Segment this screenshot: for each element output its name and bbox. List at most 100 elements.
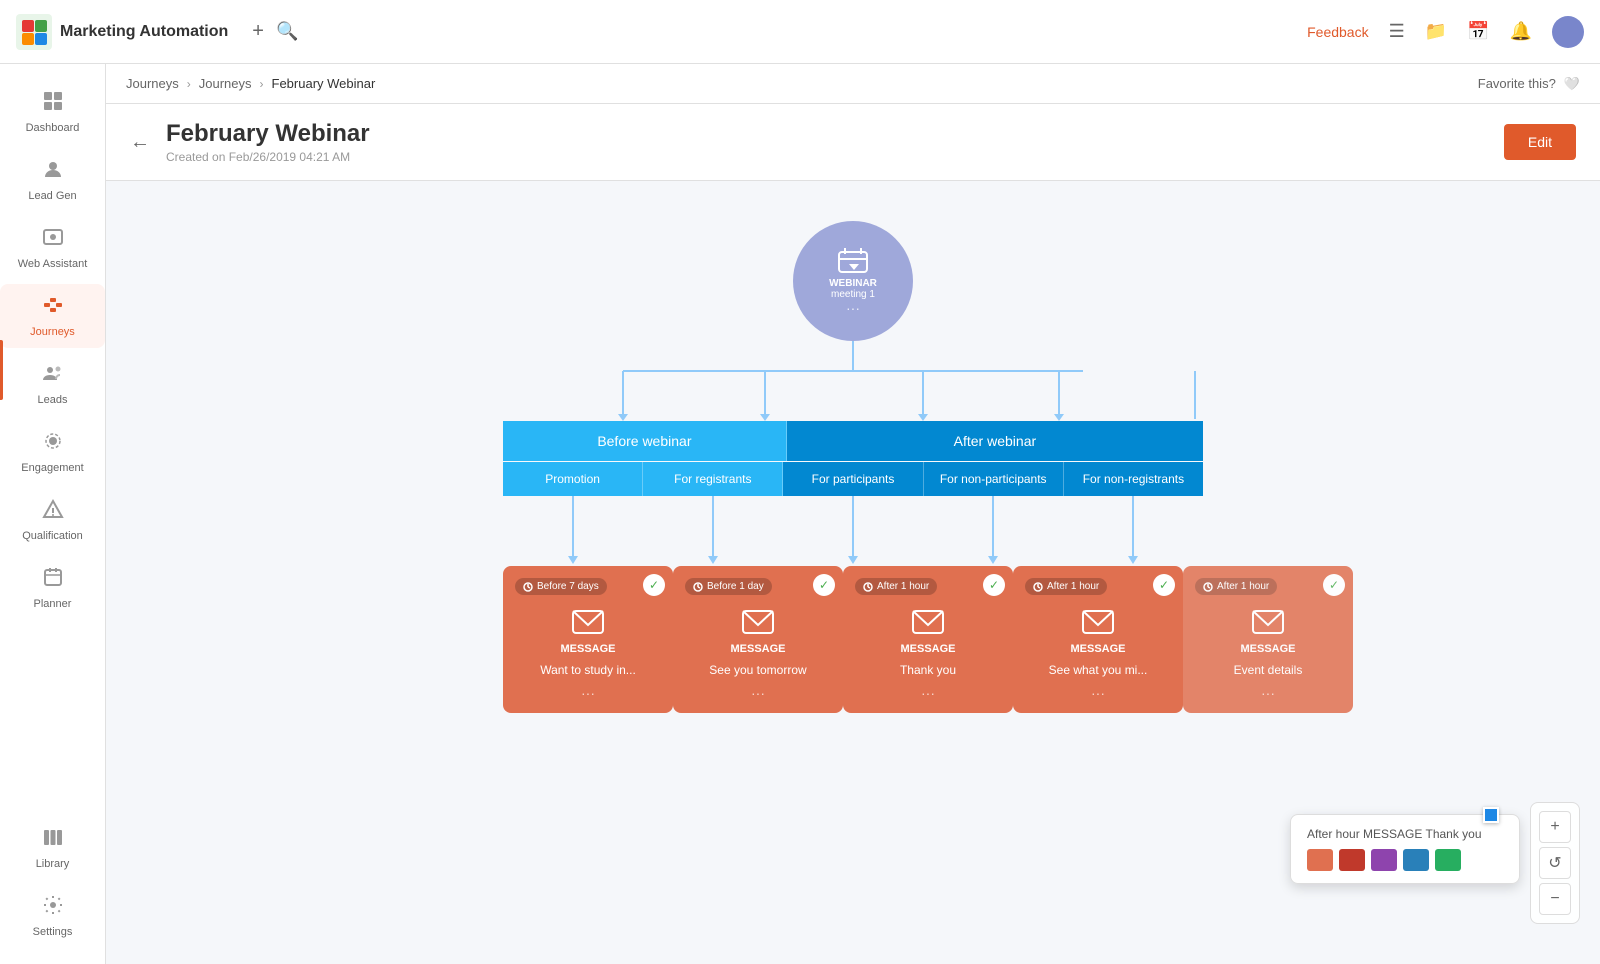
topbar: Marketing Automation + 🔍 Feedback ☰ 📁 📅 … [0, 0, 1600, 64]
list-icon[interactable]: ☰ [1389, 21, 1405, 42]
message-card-1[interactable]: Before 1 day MESSAGE See you tomorrow ··… [673, 566, 843, 713]
category-box: Before webinar After webinar Promotion F… [503, 421, 1203, 496]
card-msg-label-4: MESSAGE [1240, 643, 1295, 655]
card-timing-1: Before 1 day [685, 578, 772, 595]
card-timing-4: After 1 hour [1195, 578, 1277, 595]
card-timing-3: After 1 hour [1025, 578, 1107, 595]
card-body-0: MESSAGE Want to study in... [515, 607, 661, 677]
category-header-row: Before webinar After webinar [503, 421, 1203, 461]
sidebar-label-dashboard: Dashboard [26, 122, 80, 134]
sidebar-label-journeys: Journeys [30, 326, 75, 338]
refresh-button[interactable]: ↺ [1539, 847, 1571, 879]
subcategory-registrants[interactable]: For registrants [643, 462, 783, 496]
card-wrapper-3: After 1 hour MESSAGE See what you mi... … [1013, 566, 1183, 713]
top-connector-svg [503, 341, 1203, 421]
subcategory-participants[interactable]: For participants [783, 462, 923, 496]
card-body-4: MESSAGE Event details [1195, 607, 1341, 677]
topbar-right: Feedback ☰ 📁 📅 🔔 [1307, 16, 1584, 48]
popup-card[interactable]: After hour MESSAGE Thank you [1290, 814, 1520, 884]
card-msg-text-1: See you tomorrow [709, 663, 806, 677]
sidebar-label-settings: Settings [33, 926, 73, 938]
engagement-icon [42, 430, 64, 458]
timing-label-0: Before 7 days [537, 581, 599, 592]
breadcrumb-item-2[interactable]: Journeys [199, 76, 252, 91]
after-webinar-header: After webinar [787, 421, 1203, 461]
card-wrapper-0: Before 7 days MESSAGE Want to study in..… [503, 566, 673, 713]
lead-gen-icon [42, 158, 64, 186]
feedback-button[interactable]: Feedback [1307, 24, 1368, 40]
sidebar-item-journeys[interactable]: Journeys [0, 284, 105, 348]
palette-swatch-2[interactable] [1371, 849, 1397, 871]
sidebar: Dashboard Lead Gen Web Assistant [0, 64, 106, 964]
zoom-controls: + ↺ − [1530, 802, 1580, 924]
card-check-2: ✓ [983, 574, 1005, 596]
palette-swatch-4[interactable] [1435, 849, 1461, 871]
card-dots-1: ··· [685, 685, 831, 701]
breadcrumb-sep-1: › [187, 77, 191, 91]
sidebar-item-lead-gen[interactable]: Lead Gen [0, 148, 105, 212]
bell-icon[interactable]: 🔔 [1510, 21, 1532, 42]
message-card-3[interactable]: After 1 hour MESSAGE See what you mi... … [1013, 566, 1183, 713]
back-button[interactable]: ← [130, 131, 150, 154]
sidebar-item-leads[interactable]: Leads [0, 352, 105, 416]
web-assistant-icon [42, 226, 64, 254]
search-icon[interactable]: 🔍 [276, 21, 298, 42]
breadcrumb-current: February Webinar [272, 76, 376, 91]
app-title: Marketing Automation [60, 23, 228, 41]
sidebar-item-library[interactable]: Library [0, 816, 105, 880]
webinar-node[interactable]: WEBINAR meeting 1 ··· [793, 221, 913, 341]
user-avatar[interactable] [1552, 16, 1584, 48]
card-body-2: MESSAGE Thank you [855, 607, 1001, 677]
selection-dot [1483, 807, 1499, 823]
journeys-icon [42, 294, 64, 322]
page-title-area: February Webinar Created on Feb/26/2019 … [166, 120, 1488, 164]
card-body-3: MESSAGE See what you mi... [1025, 607, 1171, 677]
timing-label-3: After 1 hour [1047, 581, 1099, 592]
page-title: February Webinar [166, 120, 1488, 148]
message-card-2[interactable]: After 1 hour MESSAGE Thank you ··· ✓ [843, 566, 1013, 713]
sidebar-item-dashboard[interactable]: Dashboard [0, 80, 105, 144]
card-msg-text-2: Thank you [900, 663, 956, 677]
calendar-icon[interactable]: 📅 [1467, 21, 1489, 42]
card-msg-label-1: MESSAGE [730, 643, 785, 655]
sidebar-label-qualification: Qualification [22, 530, 83, 542]
subcategory-promotion[interactable]: Promotion [503, 462, 643, 496]
message-card-0[interactable]: Before 7 days MESSAGE Want to study in..… [503, 566, 673, 713]
subcategory-non-registrants[interactable]: For non-registrants [1064, 462, 1203, 496]
zoom-in-button[interactable]: + [1539, 811, 1571, 843]
card-wrapper-4: After 1 hour MESSAGE Event details ··· ✓ [1183, 566, 1353, 713]
sidebar-item-planner[interactable]: Planner [0, 556, 105, 620]
palette-swatch-1[interactable] [1339, 849, 1365, 871]
topbar-actions: + 🔍 [252, 20, 298, 43]
card-dots-3: ··· [1025, 685, 1171, 701]
heart-icon: 🤍 [1564, 76, 1580, 92]
before-webinar-header: Before webinar [503, 421, 787, 461]
edit-button[interactable]: Edit [1504, 124, 1576, 160]
subcategory-non-participants[interactable]: For non-participants [924, 462, 1064, 496]
sidebar-item-web-assistant[interactable]: Web Assistant [0, 216, 105, 280]
zoom-out-button[interactable]: − [1539, 883, 1571, 915]
add-button[interactable]: + [252, 20, 264, 43]
card-check-4: ✓ [1323, 574, 1345, 596]
favorite-button[interactable]: Favorite this? 🤍 [1478, 76, 1580, 92]
sidebar-label-web-assistant: Web Assistant [18, 258, 88, 270]
sidebar-label-engagement: Engagement [21, 462, 83, 474]
leads-icon [42, 362, 64, 390]
card-check-3: ✓ [1153, 574, 1175, 596]
palette-swatch-3[interactable] [1403, 849, 1429, 871]
palette-swatch-0[interactable] [1307, 849, 1333, 871]
sidebar-item-qualification[interactable]: Qualification [0, 488, 105, 552]
card-check-1: ✓ [813, 574, 835, 596]
library-icon [42, 826, 64, 854]
breadcrumb-item-1[interactable]: Journeys [126, 76, 179, 91]
cards-row: Before 7 days MESSAGE Want to study in..… [503, 566, 1203, 713]
color-palette [1307, 849, 1503, 871]
popup-card-title: After hour MESSAGE Thank you [1307, 827, 1503, 841]
subcategory-row: Promotion For registrants For participan… [503, 461, 1203, 496]
favorite-label: Favorite this? [1478, 76, 1556, 91]
folder-icon[interactable]: 📁 [1425, 21, 1447, 42]
card-dots-2: ··· [855, 685, 1001, 701]
sidebar-item-engagement[interactable]: Engagement [0, 420, 105, 484]
message-card-4[interactable]: After 1 hour MESSAGE Event details ··· ✓ [1183, 566, 1353, 713]
sidebar-item-settings[interactable]: Settings [0, 884, 105, 948]
